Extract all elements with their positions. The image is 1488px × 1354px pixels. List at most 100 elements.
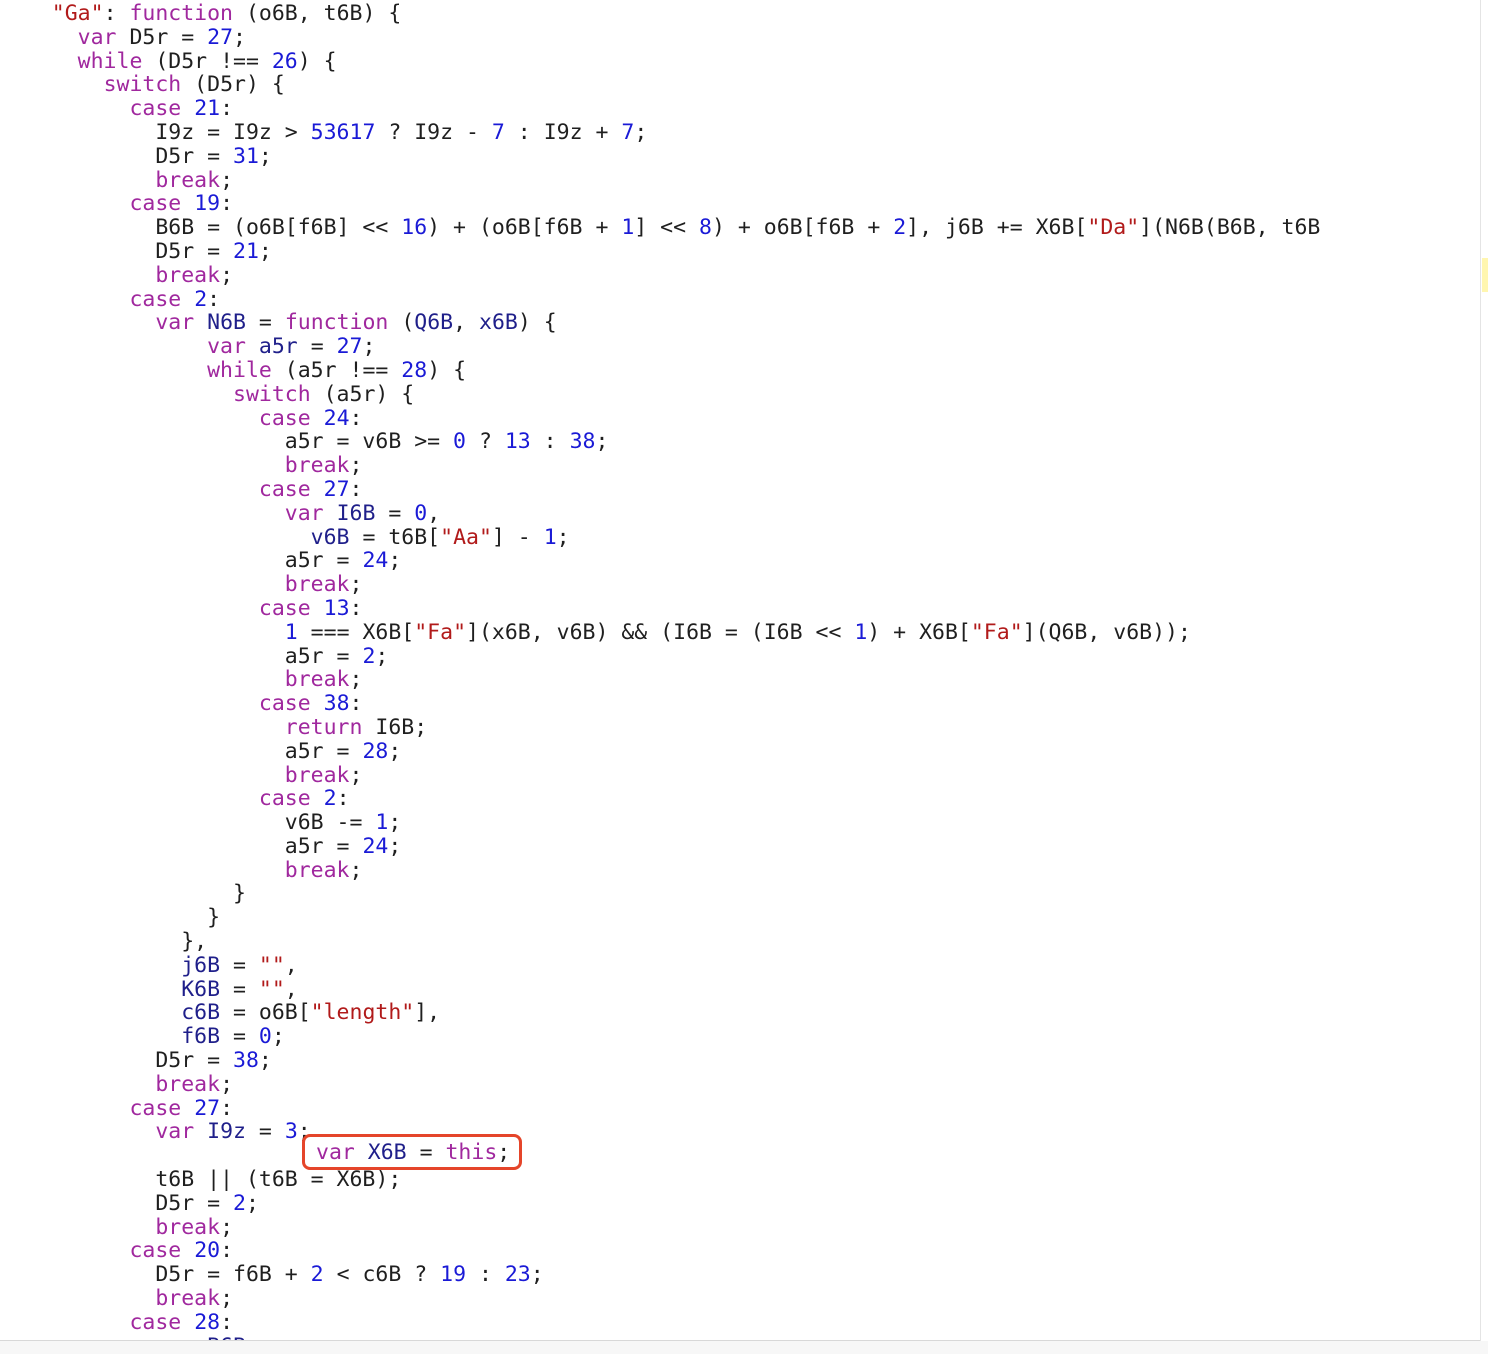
code-token: 27 — [207, 24, 234, 50]
code-line: }, — [0, 930, 1320, 954]
code-token: ; — [220, 262, 234, 288]
code-line: case 38: — [0, 692, 1320, 716]
code-line: D5r = 31; — [0, 144, 1320, 169]
code-token: "" — [258, 952, 285, 978]
code-token: ; — [271, 1024, 285, 1050]
code-token: ; — [349, 667, 363, 693]
code-token: "length" — [310, 1000, 415, 1026]
code-token: < c6B ? — [323, 1262, 441, 1288]
code-token: case — [129, 1238, 182, 1264]
code-editor[interactable]: "Ga": function (o6B, t6B) { var D5r = 27… — [0, 0, 1480, 1340]
code-token: D5r = f6B + — [0, 1262, 311, 1288]
code-line: break; — [0, 1072, 1320, 1097]
code-token: I6B; — [362, 714, 428, 740]
code-token: 2 — [362, 643, 376, 669]
code-token: ; — [595, 429, 609, 455]
code-token: break — [155, 262, 221, 288]
code-token: (a5r) { — [310, 381, 415, 407]
code-token: ; — [362, 334, 376, 360]
code-token: ; — [388, 833, 402, 859]
highlighted-code-line: var X6B = this; — [316, 1141, 510, 1165]
code-token: "Aa" — [440, 524, 492, 550]
code-token: 3 — [284, 1119, 298, 1145]
code-token: 26 — [271, 48, 298, 74]
code-line: case 28: — [0, 1310, 1320, 1335]
code-token: case — [258, 786, 311, 812]
code-line: D5r = 2; — [0, 1191, 1320, 1216]
code-token: ; — [388, 548, 402, 574]
code-token: return — [284, 714, 363, 740]
code-token: = — [220, 1024, 259, 1050]
code-token: 38 — [323, 691, 350, 717]
code-token: ) { — [427, 357, 467, 383]
code-token: ], j6B += X6B[ — [906, 215, 1088, 241]
code-token: 7 — [621, 119, 635, 145]
code-token: case — [258, 476, 311, 502]
code-token: ) { — [517, 310, 557, 336]
code-line: break; — [0, 668, 1320, 692]
code-token: while — [207, 357, 272, 383]
code-token: switch — [233, 381, 311, 407]
code-token: break — [284, 857, 350, 883]
code-line: case 21: — [0, 97, 1320, 121]
code-token: : — [349, 691, 363, 717]
code-token: 38 — [569, 429, 596, 455]
code-token: var — [284, 500, 324, 526]
code-token: : — [220, 96, 234, 122]
code-token: ( — [388, 310, 415, 336]
code-line: 1 === X6B["Fa"](x6B, v6B) && (I6B = (I6B… — [0, 620, 1320, 645]
code-token: (a5r !== — [271, 357, 402, 383]
code-token: , — [453, 310, 480, 336]
code-token: ] << — [634, 215, 700, 241]
code-token: Q6B — [414, 310, 454, 336]
code-line: f6B = 0; — [0, 1025, 1320, 1049]
code-token: } — [0, 881, 246, 907]
code-line: break; — [0, 168, 1320, 193]
code-line: var N6B = function (Q6B, x6B) { — [0, 311, 1320, 335]
vertical-scrollbar[interactable] — [1480, 0, 1488, 1354]
code-token: "" — [258, 976, 285, 1002]
code-line: while (a5r !== 28) { — [0, 359, 1320, 383]
bottom-status-strip — [0, 1341, 1488, 1354]
code-line: } — [0, 906, 1320, 930]
code-token: I6B — [336, 500, 376, 526]
code-token: = — [220, 952, 259, 978]
code-line: t6B || (t6B = X6B); — [0, 1168, 1320, 1192]
code-token: break — [284, 453, 350, 479]
code-token: : — [336, 786, 350, 812]
code-token: function — [129, 1, 234, 26]
code-token: "Da" — [1087, 215, 1140, 241]
code-token: ? I9z - — [375, 119, 492, 145]
code-line: return I6B; — [0, 716, 1320, 740]
code-token: }, — [0, 929, 208, 955]
code-token: 24 — [362, 833, 389, 859]
code-token: , — [284, 952, 298, 978]
code-content[interactable]: "Ga": function (o6B, t6B) { var D5r = 27… — [0, 1, 1321, 1340]
code-line: a5r = 24; — [0, 549, 1320, 573]
